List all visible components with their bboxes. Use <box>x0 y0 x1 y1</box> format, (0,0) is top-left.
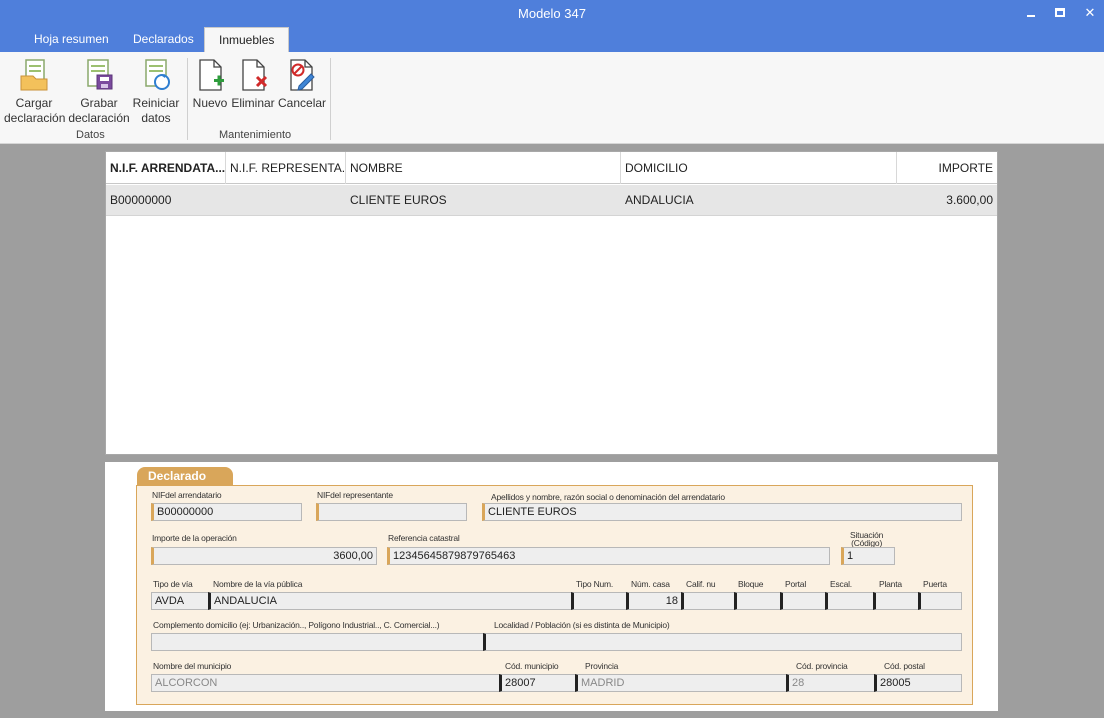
cancelar-label: Cancelar <box>278 96 327 110</box>
label-calif-nu: Calif. nu <box>686 579 716 589</box>
cargar-declaracion-button[interactable]: Cargar declaración <box>4 58 66 126</box>
tab-declarados[interactable]: Declarados <box>119 27 208 52</box>
title-bar: Modelo 347 ✕ <box>0 0 1104 27</box>
grabar-declaracion-button[interactable]: Grabar declaración <box>68 58 130 126</box>
column-header-nombre[interactable]: NOMBRE <box>346 152 621 184</box>
cod-provincia-field[interactable]: 28 <box>786 674 875 692</box>
nuevo-label: Nuevo <box>192 96 228 110</box>
num-casa-field[interactable]: 18 <box>626 592 682 610</box>
cancelar-button[interactable]: Cancelar <box>278 58 327 111</box>
cell-nif-representante <box>226 185 234 216</box>
label-cod-provincia: Cód. provincia <box>796 661 848 671</box>
label-localidad: Localidad / Población (si es distinta de… <box>494 620 670 630</box>
load-document-icon <box>20 59 48 91</box>
label-tipo-via: Tipo de vía <box>153 579 193 589</box>
label-importe-operacion: Importe de la operación <box>152 533 237 543</box>
complemento-domicilio-field[interactable] <box>151 633 484 651</box>
bloque-field[interactable] <box>734 592 781 610</box>
calif-nu-field[interactable] <box>681 592 735 610</box>
group-label-mantenimiento: Mantenimiento <box>219 129 292 141</box>
declarado-tab[interactable]: Declarado <box>137 467 233 486</box>
save-document-icon <box>87 59 113 90</box>
label-situacion: Situación (Código) <box>850 531 883 548</box>
cell-importe: 3.600,00 <box>946 193 993 207</box>
cargar-label-2: declaración <box>4 111 66 125</box>
label-escal: Escal. <box>830 579 852 589</box>
table-row[interactable]: B00000000 CLIENTE EUROS ANDALUCIA 3.600,… <box>106 185 997 216</box>
situacion-field[interactable]: 1 <box>841 547 895 565</box>
label-nif-representante: NIFdel representante <box>317 490 393 500</box>
close-icon[interactable]: ✕ <box>1079 3 1101 23</box>
label-complemento-domicilio: Complemento domicilio (ej: Urbanización.… <box>153 620 440 630</box>
new-document-icon <box>199 59 224 91</box>
reiniciar-label-1: Reiniciar <box>132 96 180 110</box>
inmuebles-grid: N.I.F. ARRENDATA... N.I.F. REPRESENTA...… <box>105 151 998 455</box>
portal-field[interactable] <box>780 592 826 610</box>
window-title: Modelo 347 <box>518 6 586 21</box>
nombre-via-field[interactable]: ANDALUCIA <box>208 592 572 610</box>
label-apellidos-nombre: Apellidos y nombre, razón social o denom… <box>491 492 725 502</box>
cell-domicilio: ANDALUCIA <box>625 193 694 207</box>
eliminar-button[interactable]: Eliminar <box>231 58 275 111</box>
cod-municipio-field[interactable]: 28007 <box>499 674 576 692</box>
declarado-form: NIFdel arrendatario B00000000 NIFdel rep… <box>136 485 973 705</box>
escal-field[interactable] <box>825 592 874 610</box>
tab-hoja-resumen[interactable]: Hoja resumen <box>20 27 123 52</box>
nuevo-button[interactable]: Nuevo <box>192 58 228 111</box>
label-portal: Portal <box>785 579 807 589</box>
provincia-field[interactable]: MADRID <box>575 674 787 692</box>
column-header-importe[interactable]: IMPORTE <box>897 152 997 184</box>
label-num-casa: Núm. casa <box>631 579 670 589</box>
label-nombre-municipio: Nombre del municipio <box>153 661 232 671</box>
tipo-num-field[interactable] <box>571 592 627 610</box>
cell-nombre: CLIENTE EUROS <box>350 193 447 207</box>
nif-representante-field[interactable] <box>316 503 467 521</box>
planta-field[interactable] <box>873 592 919 610</box>
label-referencia-catastral: Referencia catastral <box>388 533 460 543</box>
ribbon-separator <box>330 58 331 140</box>
column-header-nif-representante[interactable]: N.I.F. REPRESENTA... <box>226 152 346 184</box>
cell-nif-arrendatario: B00000000 <box>110 193 172 207</box>
cod-postal-field[interactable]: 28005 <box>874 674 962 692</box>
minimize-icon[interactable] <box>1020 3 1042 23</box>
label-cod-municipio: Cód. municipio <box>505 661 559 671</box>
referencia-catastral-field[interactable]: 12345645879879765463 <box>387 547 830 565</box>
reiniciar-datos-button[interactable]: Reiniciar datos <box>131 58 181 126</box>
apellidos-nombre-field[interactable]: CLIENTE EUROS <box>482 503 962 521</box>
maximize-icon[interactable] <box>1049 3 1071 23</box>
cargar-label-1: Cargar <box>15 96 53 110</box>
label-bloque: Bloque <box>738 579 764 589</box>
eliminar-label: Eliminar <box>231 96 275 110</box>
reiniciar-label-2: datos <box>141 111 171 125</box>
importe-operacion-field[interactable]: 3600,00 <box>151 547 377 565</box>
localidad-field[interactable] <box>483 633 962 651</box>
group-label-datos: Datos <box>76 129 105 141</box>
puerta-field[interactable] <box>918 592 962 610</box>
tab-strip: Hoja resumen Declarados Inmuebles <box>0 27 1104 52</box>
grabar-label-1: Grabar <box>80 96 118 110</box>
column-header-domicilio[interactable]: DOMICILIO <box>621 152 897 184</box>
ribbon: Cargar declaración Grabar declaración Re… <box>0 52 1104 144</box>
label-provincia: Provincia <box>585 661 619 671</box>
label-nif-arrendatario: NIFdel arrendatario <box>152 490 222 500</box>
grabar-label-2: declaración <box>68 111 130 125</box>
reset-data-icon <box>145 59 170 90</box>
label-puerta: Puerta <box>923 579 947 589</box>
nombre-municipio-field[interactable]: ALCORCON <box>151 674 500 692</box>
label-cod-postal: Cód. postal <box>884 661 925 671</box>
label-planta: Planta <box>879 579 902 589</box>
nif-arrendatario-field[interactable]: B00000000 <box>151 503 302 521</box>
tipo-via-field[interactable]: AVDA <box>151 592 209 610</box>
grid-header: N.I.F. ARRENDATA... N.I.F. REPRESENTA...… <box>106 152 997 184</box>
cancel-edit-icon <box>290 59 315 91</box>
ribbon-separator <box>187 58 188 140</box>
delete-document-icon <box>242 59 268 91</box>
label-tipo-num: Tipo Num. <box>576 579 614 589</box>
tab-inmuebles[interactable]: Inmuebles <box>204 27 290 52</box>
declarado-panel: Declarado NIFdel arrendatario B00000000 … <box>105 462 998 711</box>
column-header-nif-arrendatario[interactable]: N.I.F. ARRENDATA... <box>106 152 226 184</box>
label-nombre-via: Nombre de la vía pública <box>213 579 303 589</box>
